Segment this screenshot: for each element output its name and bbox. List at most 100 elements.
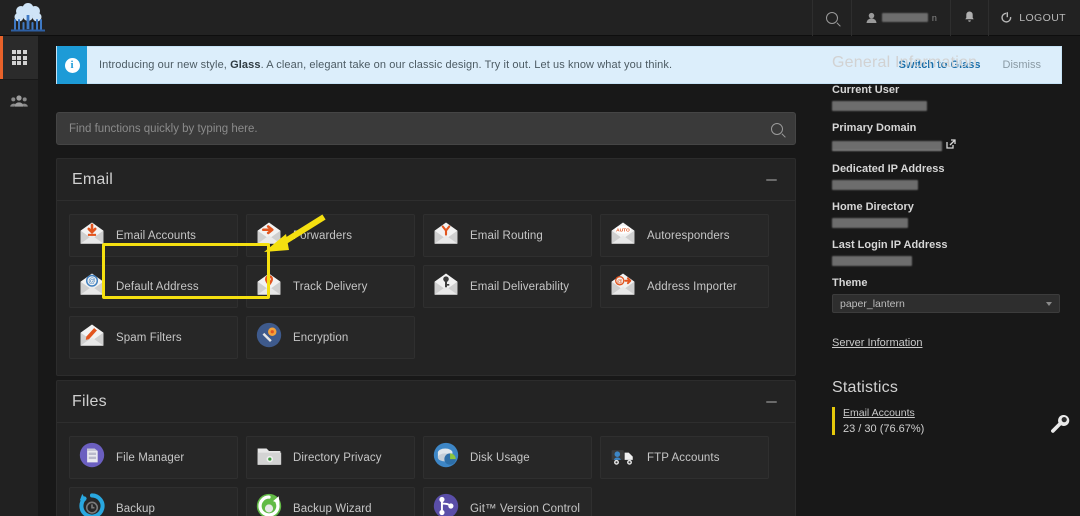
general-information-heading: General Information [832, 54, 978, 71]
tile-label: Spam Filters [116, 331, 182, 344]
tile-label: Default Address [116, 280, 199, 293]
tile-label: Directory Privacy [293, 451, 382, 464]
left-rail [0, 36, 38, 516]
banner-text-after: . A clean, elegant take on our classic d… [260, 59, 673, 71]
field-value[interactable] [832, 139, 1058, 152]
redacted-value [832, 218, 908, 228]
tile-label: Email Routing [470, 229, 543, 242]
envelope-download-icon [79, 220, 105, 251]
redacted-value [832, 140, 942, 151]
tile-disk-usage[interactable]: Disk Usage [423, 436, 592, 479]
field-value [832, 101, 1058, 111]
field-label: Primary Domain [832, 122, 917, 134]
field-label: Home Directory [832, 201, 914, 213]
tile-backup[interactable]: Backup [69, 487, 238, 516]
sidebar-item-users[interactable] [0, 79, 38, 122]
tile-address-importer[interactable]: @ Address Importer [600, 265, 769, 308]
tile-label: Autoresponders [647, 229, 730, 242]
statistic-email-accounts: Email Accounts 23 / 30 (76.67%) [832, 407, 1070, 435]
banner-text-before: Introducing our new style, [99, 59, 231, 71]
envelope-at-arrow-icon: @ [610, 271, 636, 302]
field-label: Current User [832, 84, 900, 96]
tile-label: Backup Wizard [293, 502, 372, 515]
section-header: Email [57, 159, 795, 201]
brain-logo[interactable] [0, 0, 56, 36]
statistic-value: 23 / 30 (76.67%) [843, 423, 925, 435]
field-current-user: Current User [832, 84, 1058, 111]
collapse-icon[interactable] [766, 178, 777, 181]
chevron-down-icon [1046, 301, 1052, 306]
field-theme: Theme paper_lantern [832, 277, 1060, 313]
section-header: Files [57, 381, 795, 423]
magnifier-glyph [825, 11, 838, 24]
envelope-pin-icon [256, 271, 282, 302]
tile-label: FTP Accounts [647, 451, 720, 464]
search-icon[interactable] [811, 0, 851, 36]
tile-email-routing[interactable]: Email Routing [423, 214, 592, 257]
user-menu[interactable]: n [850, 0, 950, 36]
top-bar: n LOGOUT [0, 0, 1080, 36]
theme-value: paper_lantern [840, 297, 905, 310]
field-primary-domain: Primary Domain [832, 122, 1058, 152]
redacted-value [832, 180, 918, 190]
general-information-section: General Information Current User Primary… [810, 36, 1080, 351]
tile-encryption[interactable]: Encryption [246, 316, 415, 359]
envelope-auto-icon: AUTO [610, 220, 636, 251]
collapse-icon[interactable] [766, 400, 777, 403]
tile-grid-email: Email Accounts Forwarders Email Routing AUT… [57, 201, 795, 375]
page-title: Email [72, 170, 114, 188]
wrench-icon[interactable] [1049, 413, 1071, 440]
envelope-key-icon [433, 271, 459, 302]
tile-backup-wizard[interactable]: Backup Wizard [246, 487, 415, 516]
theme-select[interactable]: paper_lantern [832, 294, 1060, 313]
svg-text:@: @ [617, 279, 623, 285]
redacted-value [832, 256, 912, 266]
section-email: Email Email Accounts Forwarders Email Rout… [56, 158, 796, 376]
info-glyph: i [64, 57, 80, 73]
tile-track-delivery[interactable]: Track Delivery [246, 265, 415, 308]
server-information-link[interactable]: Server Information [832, 337, 922, 349]
tile-spam-filters[interactable]: Spam Filters [69, 316, 238, 359]
top-bar-actions: n LOGOUT [811, 0, 1080, 36]
redacted-value [832, 101, 927, 111]
section-files: Files File Manager Directory Privacy Disk … [56, 380, 796, 516]
tile-default-address[interactable]: @ Default Address [69, 265, 238, 308]
info-icon: i [57, 46, 87, 84]
username-suffix: n [931, 12, 938, 23]
field-value [832, 256, 1058, 266]
statistic-label[interactable]: Email Accounts [843, 407, 1058, 419]
logout-button[interactable]: LOGOUT [988, 0, 1080, 36]
field-label: Dedicated IP Address [832, 163, 945, 175]
tile-grid-files: File Manager Directory Privacy Disk Usage F… [57, 423, 795, 516]
envelope-pencil-icon [79, 322, 105, 353]
search-icon[interactable] [771, 122, 783, 135]
cpanel-page: n LOGOUT i Introducing our new style, Gl… [0, 0, 1080, 516]
tile-ftp-accounts[interactable]: FTP Accounts [600, 436, 769, 479]
tile-label: File Manager [116, 451, 185, 464]
theme-label: Theme [832, 277, 868, 289]
tile-email-accounts[interactable]: Email Accounts [69, 214, 238, 257]
tile-label: Git™ Version Control [470, 502, 581, 515]
field-label: Last Login IP Address [832, 239, 948, 251]
tile-label: Encryption [293, 331, 349, 344]
external-link-icon[interactable] [946, 139, 956, 152]
tile-autoresponders[interactable]: AUTO Autoresponders [600, 214, 769, 257]
tile-forwarders[interactable]: Forwarders [246, 214, 415, 257]
main-content: i Introducing our new style, Glass. A cl… [38, 36, 1080, 516]
tile-directory-privacy[interactable]: Directory Privacy [246, 436, 415, 479]
tile-git-version-control[interactable]: Git™ Version Control [423, 487, 592, 516]
key-circle-icon [256, 322, 282, 353]
tile-label: Forwarders [293, 229, 353, 242]
search-box[interactable] [56, 112, 796, 145]
field-home-directory: Home Directory [832, 201, 1058, 228]
sidebar-item-apps[interactable] [0, 36, 38, 79]
envelope-at-icon: @ [79, 271, 105, 302]
banner-bold: Glass [230, 59, 261, 71]
grid-icon [11, 50, 27, 65]
tile-file-manager[interactable]: File Manager [69, 436, 238, 479]
git-icon [433, 493, 459, 516]
bell-icon[interactable] [950, 0, 988, 36]
field-value [832, 180, 1058, 190]
search-input[interactable] [69, 122, 771, 135]
tile-email-deliverability[interactable]: Email Deliverability [423, 265, 592, 308]
